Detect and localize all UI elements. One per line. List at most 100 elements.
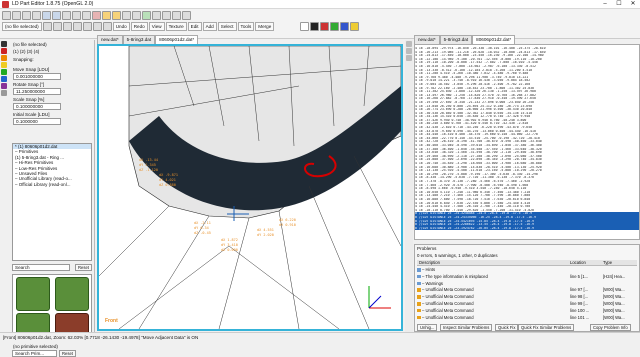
header-type[interactable]: Type [603, 260, 612, 265]
color-white-icon[interactable] [300, 22, 309, 31]
palette-color-swatch[interactable] [1, 48, 7, 54]
save-icon[interactable] [22, 11, 31, 20]
editor-tab-new-dat[interactable]: new.dat* [414, 35, 440, 44]
line-mode-icon[interactable] [152, 11, 161, 20]
viewport-canvas[interactable]: dX -13.44dY 2.345dZ -1.120 dX -9.871dY 4… [99, 46, 401, 329]
search-input[interactable]: Search [12, 264, 70, 271]
palette-color-swatch[interactable] [1, 90, 7, 96]
triangle-mode-icon[interactable] [162, 11, 171, 20]
reset-button[interactable]: Reset [75, 264, 92, 271]
zoom-out-icon[interactable] [52, 22, 62, 31]
problem-row[interactable]: – Warnings [417, 281, 637, 286]
quick-fix-button[interactable]: Quick Fix [495, 324, 519, 331]
tools-menu[interactable]: Tools [237, 22, 255, 31]
axis-icon[interactable] [102, 22, 112, 31]
close-button[interactable]: ✕ [626, 0, 640, 9]
problem-type: [W00] Wa... [603, 314, 625, 320]
add-tri-icon[interactable] [406, 48, 412, 54]
header-location[interactable]: Location [570, 260, 586, 265]
primitive-thumbnail[interactable] [16, 277, 50, 311]
wireframe-icon[interactable] [72, 22, 82, 31]
color-black-icon[interactable] [310, 22, 319, 31]
unhighlight-button[interactable]: Unhig... [417, 324, 438, 331]
reset-primitive-button[interactable]: Reset [59, 350, 76, 357]
rotate-icon[interactable] [122, 11, 131, 20]
add-quad-icon[interactable] [406, 55, 412, 61]
maximize-button[interactable]: ☐ [612, 0, 626, 9]
undo-menu[interactable]: Undo [112, 22, 130, 31]
problem-row[interactable]: – Hints [417, 267, 637, 272]
view-menu[interactable]: View [148, 22, 165, 31]
tab-new-dat[interactable]: new.dat* [97, 35, 123, 44]
editor-tab-part-dat[interactable]: 80606p01d2.dat* [472, 35, 516, 44]
paste-icon[interactable] [82, 11, 91, 20]
tab-ring-dat[interactable]: 5-8ring3.dat [122, 35, 156, 44]
problem-row[interactable]: – The type information is misplaced line … [417, 274, 637, 279]
palette-color-swatch[interactable] [1, 41, 7, 47]
problem-description: – Unofficial Meta Command [422, 314, 474, 320]
delete-icon[interactable] [92, 11, 101, 20]
move-icon[interactable] [112, 11, 121, 20]
scale-snap-input[interactable]: 0.100000000 [13, 103, 61, 110]
save-all-icon[interactable] [32, 11, 41, 20]
svg-text:dX -2.11: dX -2.11 [194, 221, 211, 225]
text-editor[interactable]: 4 16 -28.094 -29.974 -16.850 -26.338 -30… [414, 44, 640, 240]
merge-menu[interactable]: Merge [255, 22, 275, 31]
problem-row[interactable]: – Unofficial Meta Command line 100 ... [W0… [417, 308, 637, 313]
palette-color-swatch[interactable] [1, 83, 7, 89]
color-red-icon[interactable] [320, 22, 329, 31]
problem-row[interactable]: – Unofficial Meta Command line 99 [... [W0… [417, 301, 637, 306]
palette-color-swatch[interactable] [1, 76, 7, 82]
palette-color-swatch[interactable] [1, 55, 7, 61]
scale-icon[interactable] [132, 11, 141, 20]
search-primitive-input[interactable]: Search Prim... [12, 350, 57, 357]
color-blue-icon[interactable] [340, 22, 349, 31]
problem-row[interactable]: – Unofficial Meta Command line 98 [... [W0… [417, 294, 637, 299]
color-yellow-icon[interactable] [350, 22, 359, 31]
grid-icon[interactable] [92, 22, 102, 31]
code-line[interactable]: 0 //LDT DISTANCE 25 -23.1924782 -26.05 -… [415, 226, 639, 231]
editor-tab-ring-dat[interactable]: 5-8ring3.dat [439, 35, 473, 44]
add-menu[interactable]: Add [202, 22, 217, 31]
edit-menu[interactable]: Edit [187, 22, 202, 31]
select-menu[interactable]: Select [217, 22, 237, 31]
quick-fix-similar-button[interactable]: Quick Fix Similar Problems [518, 324, 575, 331]
file-tree[interactable]: * (1) 80606p01d2.dat – Primitives (1) 5-… [12, 143, 92, 261]
palette-color-swatch[interactable] [1, 62, 7, 68]
select-icon[interactable] [102, 11, 111, 20]
inspect-similar-button[interactable]: Inspect Similar Problems [440, 324, 493, 331]
zoom-in-icon[interactable] [42, 22, 52, 31]
redo-icon[interactable] [52, 11, 61, 20]
view-toggles[interactable]: (1) (2) (3) (4) [13, 49, 39, 54]
vertex-mode-icon[interactable] [142, 11, 151, 20]
3d-viewport[interactable]: dX -13.44 dY 2.345 dZ -1.120 dX -9.871 dY 4… [97, 44, 403, 331]
copy-icon[interactable] [72, 11, 81, 20]
redo-menu[interactable]: Redo [130, 22, 148, 31]
tab-part-dat[interactable]: 80606p01d2.dat* [155, 35, 199, 44]
problem-location: line 99 [... [570, 301, 589, 306]
condline-mode-icon[interactable] [182, 11, 191, 20]
move-snap-input[interactable]: 0.001000000 [13, 73, 61, 80]
color-green-icon[interactable] [330, 22, 339, 31]
texture-menu[interactable]: Texture [165, 22, 187, 31]
open-file-icon[interactable] [12, 11, 21, 20]
file-selector[interactable]: (no file selected) [2, 22, 42, 31]
copy-problem-info-button[interactable]: Copy Problem Info [590, 324, 631, 331]
minimize-button[interactable]: – [598, 0, 612, 9]
add-line-icon[interactable] [406, 41, 412, 47]
window-title: LD Part Editor 1.8.75 (OpenGL 2.0) [12, 1, 94, 7]
undo-icon[interactable] [42, 11, 51, 20]
header-description[interactable]: Description [419, 260, 440, 265]
rotate-snap-input[interactable]: 11.250000000 [13, 88, 61, 95]
initial-scale-input[interactable]: 0.1000000 [13, 118, 61, 125]
quad-mode-icon[interactable] [172, 11, 181, 20]
reset-view-icon[interactable] [62, 22, 72, 31]
primitive-thumbnail[interactable] [55, 277, 89, 311]
problem-row[interactable]: – Unofficial Meta Command line 101 ... [W0… [417, 315, 637, 320]
palette-color-swatch[interactable] [1, 69, 7, 75]
problem-row[interactable]: – Unofficial Meta Command line 97 [... [W0… [417, 287, 637, 292]
new-file-icon[interactable] [2, 11, 11, 20]
shaded-icon[interactable] [82, 22, 92, 31]
cut-icon[interactable] [62, 11, 71, 20]
tree-item-official-library[interactable]: – Official Library (read-onl... [13, 182, 91, 187]
